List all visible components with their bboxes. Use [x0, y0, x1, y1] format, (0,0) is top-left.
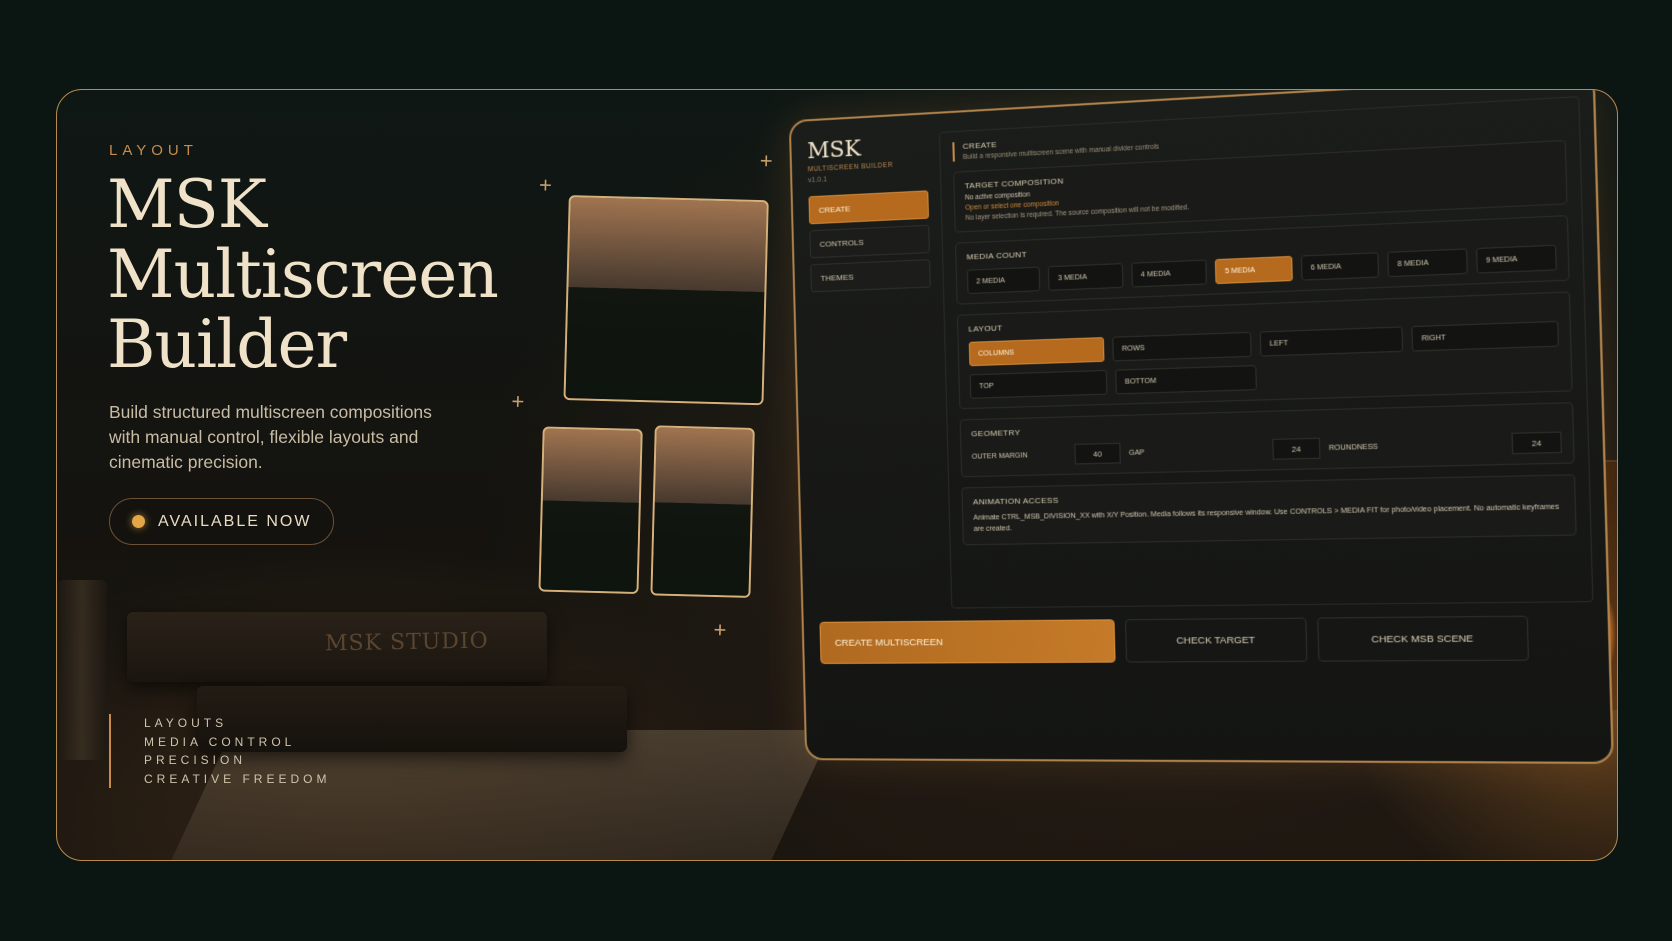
- geometry-fields: OUTER MARGIN 40 GAP 24 ROUNDNESS 24: [971, 431, 1562, 467]
- geometry-card: GEOMETRY OUTER MARGIN 40 GAP 24 ROUNDNES…: [959, 402, 1575, 478]
- create-multiscreen-button[interactable]: CREATE MULTISCREEN: [819, 619, 1116, 664]
- check-msb-scene-button[interactable]: CHECK MSB SCENE: [1317, 615, 1530, 662]
- mug-prop: [57, 580, 107, 760]
- tag-item: LAYOUTS: [144, 716, 228, 730]
- book-label: MSK STUDIO: [324, 628, 489, 657]
- plugin-window: MSK MULTISCREEN BUILDER v1.0.1 CREATE CO…: [788, 90, 1614, 765]
- crosshair-icon: +: [759, 148, 774, 174]
- crosshair-icon: +: [538, 172, 553, 198]
- layout-preview: + + + + +: [511, 141, 893, 654]
- nav-item-create[interactable]: CREATE: [808, 190, 929, 225]
- available-now-button[interactable]: AVAILABLE NOW: [109, 498, 335, 545]
- layout-card: LAYOUT COLUMNS ROWS LEFT RIGHT TOP BOTTO…: [956, 291, 1573, 410]
- nav-item-themes[interactable]: THEMES: [810, 259, 931, 293]
- preview-thumbnail-cabin: [538, 426, 643, 595]
- preview-thumbnail-mountains: [563, 195, 769, 406]
- hero-title: MSK Multiscreen Builder: [107, 170, 567, 380]
- title-line-1: MSK: [107, 166, 267, 243]
- plugin-nav: CREATE CONTROLS THEMES: [808, 190, 931, 293]
- animation-access-card: ANIMATION ACCESS Animate CTRL_MSB_DIVISI…: [961, 474, 1577, 546]
- title-line-3: Builder: [107, 306, 347, 383]
- layout-left-button[interactable]: LEFT: [1259, 326, 1404, 357]
- preview-thumbnail-forest: [650, 425, 755, 598]
- status-dot-icon: [132, 515, 145, 528]
- media-count-card: MEDIA COUNT 2 MEDIA 3 MEDIA 4 MEDIA 5 ME…: [954, 215, 1570, 305]
- outer-margin-label: OUTER MARGIN: [971, 451, 1028, 461]
- layout-right-button[interactable]: RIGHT: [1411, 320, 1559, 352]
- media-option-button[interactable]: 8 MEDIA: [1387, 248, 1468, 278]
- gap-input[interactable]: 24: [1272, 437, 1321, 460]
- plugin-panel: MSK MULTISCREEN BUILDER v1.0.1 CREATE CO…: [788, 90, 1614, 765]
- gap-label: GAP: [1128, 448, 1145, 457]
- layout-bottom-button[interactable]: BOTTOM: [1115, 365, 1257, 395]
- title-line-2: Multiscreen: [107, 236, 499, 313]
- roundness-input[interactable]: 24: [1511, 431, 1562, 455]
- tag-item: CREATIVE FREEDOM: [144, 771, 331, 786]
- plugin-sidebar: MSK MULTISCREEN BUILDER v1.0.1 CREATE CO…: [807, 133, 939, 610]
- crosshair-icon: +: [511, 388, 525, 414]
- outer-margin-input[interactable]: 40: [1074, 442, 1121, 465]
- hero-description: Build structured multiscreen composition…: [109, 402, 432, 472]
- hero-frame: MSK STUDIO LAYOUT MSK Multiscreen Builde…: [56, 89, 1618, 861]
- media-option-button[interactable]: 6 MEDIA: [1300, 252, 1380, 281]
- media-option-button[interactable]: 3 MEDIA: [1048, 263, 1124, 291]
- layout-columns-button[interactable]: COLUMNS: [968, 337, 1105, 367]
- plugin-version: v1.0.1: [807, 176, 828, 185]
- roundness-label: ROUNDNESS: [1328, 443, 1379, 452]
- crosshair-icon: +: [713, 617, 727, 643]
- feature-tags: LAYOUTS MEDIA CONTROL PRECISION CREATIVE…: [109, 714, 330, 788]
- eyebrow-label: LAYOUT: [109, 142, 198, 159]
- layout-rows-button[interactable]: ROWS: [1112, 331, 1252, 362]
- media-option-button[interactable]: 2 MEDIA: [966, 266, 1041, 295]
- animation-text: Animate CTRL_MSB_DIVISION_XX with X/Y Po…: [973, 503, 1560, 533]
- plugin-actions: CREATE MULTISCREEN CHECK TARGET CHECK MS…: [819, 615, 1595, 664]
- media-option-button[interactable]: 9 MEDIA: [1475, 244, 1557, 274]
- available-now-label: AVAILABLE NOW: [158, 512, 312, 530]
- layout-top-button[interactable]: TOP: [969, 369, 1108, 399]
- layout-options-row-2: TOP BOTTOM: [969, 365, 1257, 399]
- nav-item-controls[interactable]: CONTROLS: [809, 224, 930, 259]
- tag-item: MEDIA CONTROL: [144, 734, 296, 749]
- tag-item: PRECISION: [144, 753, 247, 767]
- plugin-logo: MSK: [806, 136, 862, 165]
- check-target-button[interactable]: CHECK TARGET: [1124, 617, 1308, 663]
- media-option-button[interactable]: 4 MEDIA: [1131, 259, 1208, 288]
- media-option-button-selected[interactable]: 5 MEDIA: [1215, 255, 1293, 285]
- plugin-main: CREATE Build a responsive multiscreen sc…: [938, 96, 1594, 609]
